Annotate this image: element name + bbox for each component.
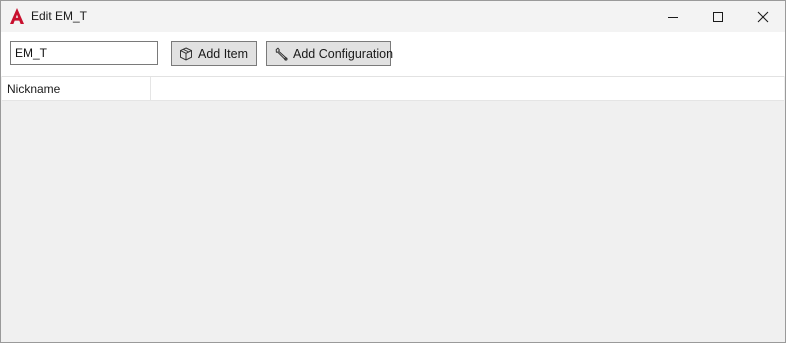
list-header: Nickname xyxy=(2,77,784,101)
title-bar[interactable]: Edit EM_T xyxy=(1,1,785,32)
cube-icon xyxy=(179,46,193,61)
edit-dialog-window: Edit EM_T EM_T Add Item Add Configuratio… xyxy=(0,0,786,343)
items-list[interactable]: Nickname xyxy=(2,76,784,342)
add-configuration-button[interactable]: Add Configuration xyxy=(266,41,394,66)
maximize-button[interactable] xyxy=(695,1,740,32)
name-input[interactable] xyxy=(10,41,158,65)
add-item-button[interactable]: Add Item xyxy=(171,41,257,66)
minimize-button[interactable] xyxy=(650,1,695,32)
autocad-icon xyxy=(10,8,24,24)
add-item-label: Add Item xyxy=(198,46,249,61)
column-header-nickname[interactable]: Nickname xyxy=(2,77,151,100)
window-title: Edit EM_T xyxy=(31,9,88,23)
wrench-icon xyxy=(274,47,288,61)
maximize-icon xyxy=(712,11,724,23)
add-configuration-label: Add Configuration xyxy=(293,46,394,61)
close-button[interactable] xyxy=(740,1,785,32)
toolbar: Add Item Add Configuration xyxy=(1,32,785,76)
close-icon xyxy=(757,11,769,23)
minimize-icon xyxy=(667,11,679,23)
